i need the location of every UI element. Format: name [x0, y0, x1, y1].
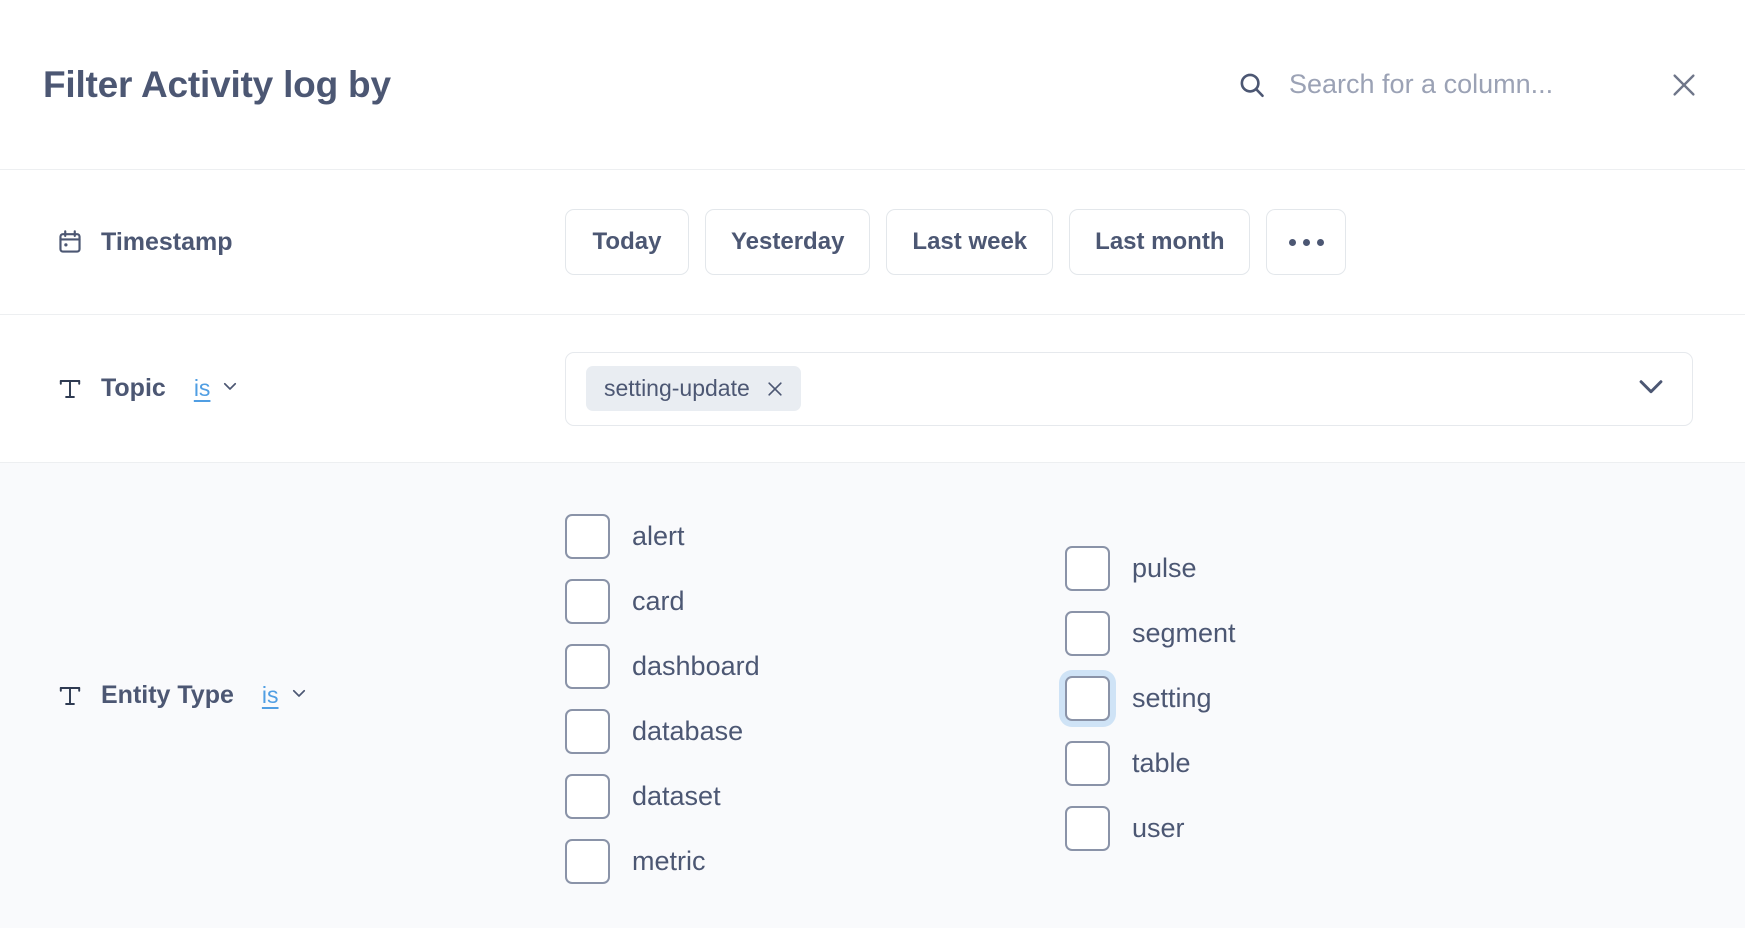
entity-type-options-column-right: pulse segment setting table user [1065, 546, 1236, 851]
option-label: metric [632, 848, 706, 875]
checkbox-user[interactable] [1065, 806, 1110, 851]
text-type-icon [55, 681, 85, 711]
timestamp-label-group: Timestamp [0, 227, 565, 257]
checkbox-setting[interactable] [1065, 676, 1110, 721]
header-actions [1237, 69, 1699, 100]
checkbox-dataset[interactable] [565, 774, 610, 819]
option-label: card [632, 588, 685, 615]
option-label: dataset [632, 783, 721, 810]
close-icon [1669, 88, 1699, 103]
topic-label-group: Topic is [0, 374, 565, 404]
checkbox-database[interactable] [565, 709, 610, 754]
topic-chip[interactable]: setting-update [586, 366, 801, 411]
topic-selected-chips: setting-update [586, 366, 801, 411]
topic-field-name: Topic [101, 374, 166, 403]
checkbox-dashboard[interactable] [565, 644, 610, 689]
checkbox-segment[interactable] [1065, 611, 1110, 656]
search-icon [1237, 70, 1267, 100]
option-dataset[interactable]: dataset [565, 774, 1065, 819]
checkbox-pulse[interactable] [1065, 546, 1110, 591]
option-setting[interactable]: setting [1065, 676, 1236, 721]
option-label: alert [632, 523, 685, 550]
entity-type-options: alert card dashboard database dataset [565, 463, 1745, 928]
checkbox-table[interactable] [1065, 741, 1110, 786]
modal-header: Filter Activity log by [0, 0, 1745, 170]
checkbox-alert[interactable] [565, 514, 610, 559]
ellipsis-icon [1289, 239, 1324, 246]
option-label: pulse [1132, 555, 1197, 582]
quick-range-last-month[interactable]: Last month [1069, 209, 1250, 275]
entity-type-options-column-left: alert card dashboard database dataset [565, 514, 1065, 884]
option-label: dashboard [632, 653, 760, 680]
filter-row-entity-type: Entity Type is alert card [0, 463, 1745, 928]
timestamp-quick-ranges: Today Yesterday Last week Last month [565, 209, 1346, 275]
entity-type-field-name: Entity Type [101, 681, 234, 710]
text-type-icon [55, 374, 85, 404]
option-user[interactable]: user [1065, 806, 1236, 851]
option-label: segment [1132, 620, 1236, 647]
option-card[interactable]: card [565, 579, 1065, 624]
timestamp-field-name: Timestamp [101, 228, 233, 257]
checkbox-card[interactable] [565, 579, 610, 624]
quick-range-more-button[interactable] [1266, 209, 1346, 275]
topic-chip-remove-button[interactable] [765, 379, 785, 399]
search-input[interactable] [1289, 69, 1619, 100]
entity-type-label-group: Entity Type is [0, 681, 565, 711]
close-button[interactable] [1669, 70, 1699, 100]
checkbox-metric[interactable] [565, 839, 610, 884]
chevron-down-icon [290, 684, 308, 707]
filter-row-topic: Topic is setting-update [0, 315, 1745, 463]
quick-range-yesterday[interactable]: Yesterday [705, 209, 870, 275]
option-database[interactable]: database [565, 709, 1065, 754]
entity-type-operator-label: is [262, 682, 279, 709]
topic-operator-select[interactable]: is [194, 375, 240, 402]
option-alert[interactable]: alert [565, 514, 1065, 559]
option-dashboard[interactable]: dashboard [565, 644, 1065, 689]
search-box[interactable] [1237, 69, 1619, 100]
filter-modal: Filter Activity log by [0, 0, 1745, 928]
option-metric[interactable]: metric [565, 839, 1065, 884]
topic-operator-label: is [194, 375, 211, 402]
option-pulse[interactable]: pulse [1065, 546, 1236, 591]
option-label: setting [1132, 685, 1212, 712]
topic-chip-label: setting-update [604, 375, 750, 402]
option-segment[interactable]: segment [1065, 611, 1236, 656]
topic-value-select[interactable]: setting-update [565, 352, 1693, 426]
option-table[interactable]: table [1065, 741, 1236, 786]
topic-select-chevron-down-icon[interactable] [1634, 369, 1668, 408]
page-title: Filter Activity log by [43, 66, 391, 103]
calendar-icon [55, 227, 85, 257]
option-label: user [1132, 815, 1185, 842]
option-label: database [632, 718, 743, 745]
close-icon [765, 379, 785, 399]
quick-range-today[interactable]: Today [565, 209, 689, 275]
entity-type-operator-select[interactable]: is [262, 682, 308, 709]
chevron-down-icon [221, 377, 239, 400]
filter-row-timestamp: Timestamp Today Yesterday Last week Last… [0, 170, 1745, 315]
quick-range-last-week[interactable]: Last week [886, 209, 1053, 275]
option-label: table [1132, 750, 1191, 777]
